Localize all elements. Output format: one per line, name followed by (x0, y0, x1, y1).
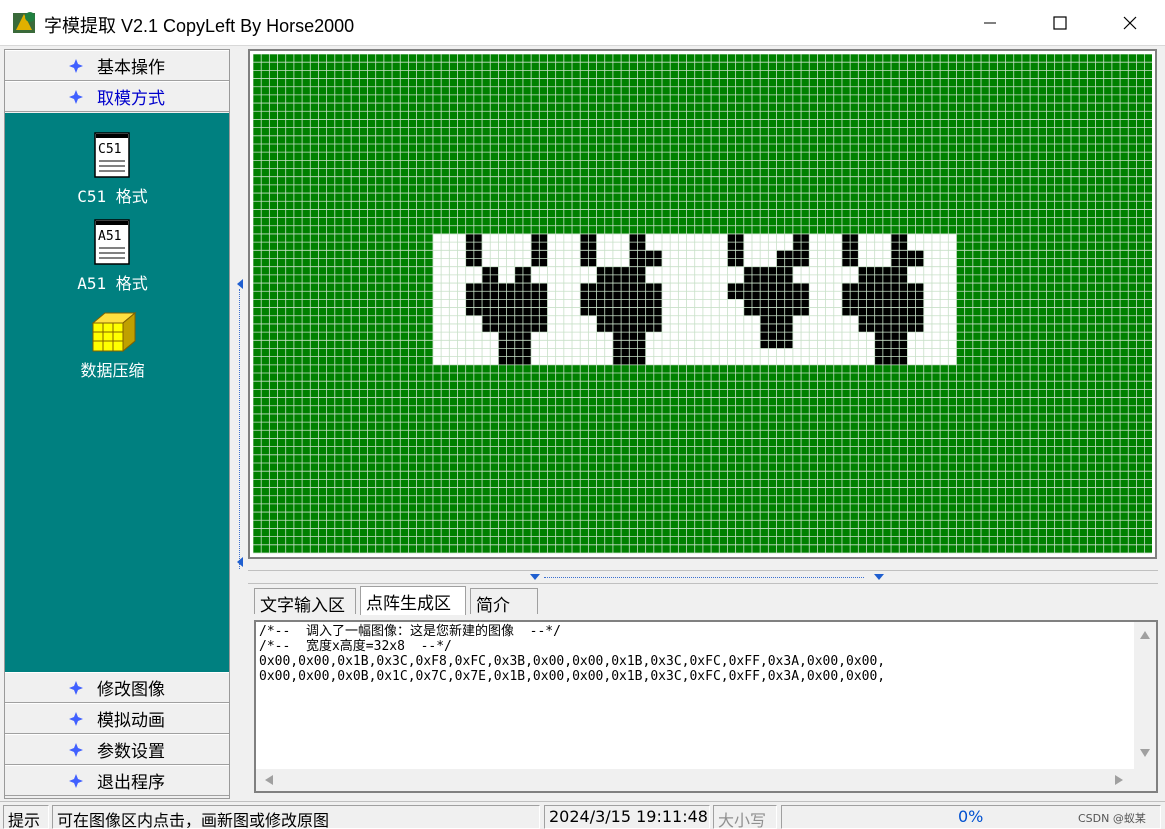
window-title: 字模提取 V2.1 CopyLeft By Horse2000 (44, 16, 355, 36)
code-line: 0x00,0x00,0x0B,0x1C,0x7C,0x7E,0x1B,0x00,… (259, 669, 886, 684)
nav-edit-image[interactable]: 修改图像 (5, 672, 229, 703)
pixel-grid-editor[interactable] (248, 49, 1157, 559)
scroll-right-icon[interactable] (1114, 774, 1124, 786)
document-icon: A51 (93, 219, 130, 265)
status-hint-label: 提示 (3, 805, 49, 829)
status-hint-text: 可在图像区内点击，画新图或修改原图 (52, 805, 540, 829)
splitter-grip (544, 577, 864, 578)
arrow-down-icon (530, 574, 540, 580)
title-bar: 字模提取 V2.1 CopyLeft By Horse2000 (0, 0, 1165, 46)
scroll-up-icon[interactable] (1139, 630, 1151, 640)
nav-simulate-animation[interactable]: 模拟动画 (5, 703, 229, 734)
nav-label: 参数设置 (97, 742, 165, 762)
diamond-icon (69, 89, 83, 104)
horizontal-splitter[interactable] (248, 570, 1158, 584)
close-icon (1123, 16, 1137, 30)
status-bar: 提示 可在图像区内点击，画新图或修改原图 2024/3/15 19:11:48 … (0, 801, 1165, 829)
tool-data-compression[interactable]: 数据压缩 (5, 311, 220, 381)
vertical-splitter[interactable] (232, 49, 248, 569)
arrow-left-icon (237, 279, 243, 289)
nav-basic-operations[interactable]: 基本操作 (5, 50, 229, 81)
code-line: /*-- 调入了一幅图像：这是您新建的图像 --*/ (259, 624, 561, 639)
maximize-icon (1053, 16, 1067, 30)
diamond-icon (69, 58, 83, 73)
minimize-icon (984, 22, 996, 24)
sidebar: 基本操作 取模方式 C51 C51 格式 A51 A51 格式 数据压缩 修改图… (4, 49, 230, 799)
code-output[interactable]: /*-- 调入了一幅图像：这是您新建的图像 --*//*-- 宽度x高度=32x… (254, 620, 1158, 793)
tool-label: A51 格式 (77, 274, 148, 293)
tool-panel: C51 C51 格式 A51 A51 格式 数据压缩 (5, 113, 229, 672)
scroll-corner (1134, 769, 1156, 791)
tab-text-input[interactable]: 文字输入区 (254, 588, 356, 616)
tool-label: C51 格式 (77, 187, 148, 206)
tool-a51-format[interactable]: A51 A51 格式 (5, 218, 220, 294)
tab-intro[interactable]: 简介 (470, 588, 538, 616)
diamond-icon (69, 742, 83, 757)
watermark: CSDN @蚁某 (1078, 812, 1146, 825)
nav-parameter-settings[interactable]: 参数设置 (5, 734, 229, 765)
scroll-left-icon[interactable] (264, 774, 274, 786)
nav-label: 取模方式 (97, 89, 165, 109)
nav-sampling-mode[interactable]: 取模方式 (5, 81, 229, 112)
icon-text: A51 (98, 229, 121, 244)
diamond-icon (69, 680, 83, 695)
progress-text: 0% (958, 807, 984, 826)
tool-c51-format[interactable]: C51 C51 格式 (5, 131, 220, 207)
code-line: 0x00,0x00,0x1B,0x3C,0xF8,0xFC,0x3B,0x00,… (259, 654, 886, 669)
pixel-grid[interactable] (253, 54, 1152, 554)
icon-text: C51 (98, 142, 121, 157)
maximize-button[interactable] (1025, 0, 1095, 46)
close-button[interactable] (1095, 0, 1165, 46)
code-line: /*-- 宽度x高度=32x8 --*/ (259, 639, 452, 654)
diamond-icon (69, 711, 83, 726)
nav-label: 修改图像 (97, 680, 165, 700)
document-icon: C51 (93, 132, 130, 178)
diamond-icon (69, 773, 83, 788)
scroll-down-icon[interactable] (1139, 748, 1151, 758)
nav-exit-program[interactable]: 退出程序 (5, 765, 229, 796)
tool-label: 数据压缩 (80, 361, 145, 380)
arrow-left-icon (237, 557, 243, 567)
splitter-grip (239, 289, 241, 569)
compress-cube-icon (91, 311, 136, 353)
code-text[interactable]: /*-- 调入了一幅图像：这是您新建的图像 --*//*-- 宽度x高度=32x… (259, 624, 885, 684)
nav-label: 退出程序 (97, 773, 165, 793)
nav-label: 基本操作 (97, 58, 165, 78)
arrow-down-icon (874, 574, 884, 580)
status-progress: 0% CSDN @蚁某 (781, 805, 1161, 829)
vertical-scrollbar[interactable] (1134, 622, 1156, 770)
minimize-button[interactable] (955, 0, 1025, 46)
horizontal-scrollbar[interactable] (256, 769, 1134, 791)
status-datetime: 2024/3/15 19:11:48 (544, 805, 710, 829)
tab-dot-matrix[interactable]: 点阵生成区 (360, 586, 466, 615)
nav-label: 模拟动画 (97, 711, 165, 731)
app-icon (13, 12, 35, 33)
status-caps: 大小写 (713, 805, 777, 829)
